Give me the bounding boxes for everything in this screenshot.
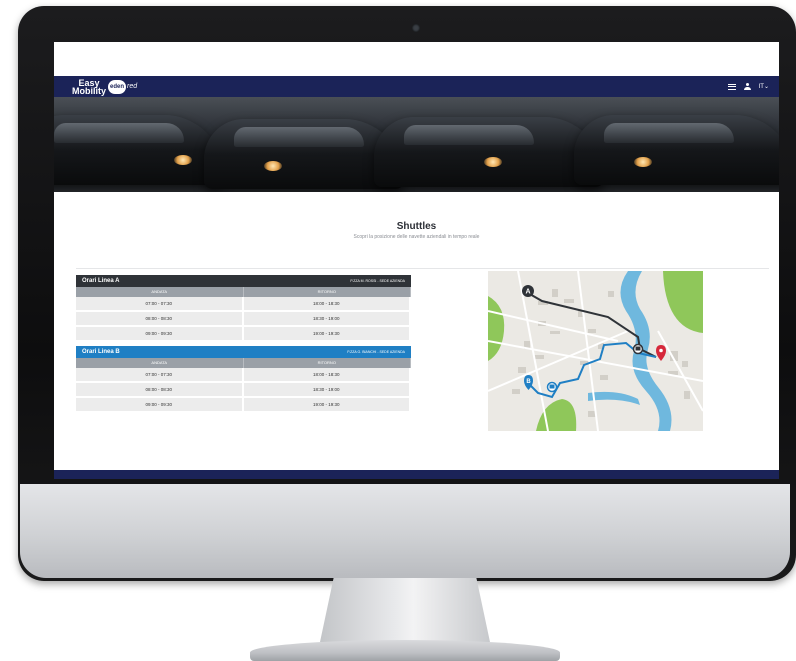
table-row: 07:00 - 07:30 18:00 - 18:30 [76, 297, 411, 312]
logo-badge: eden [108, 79, 126, 94]
bus-icon[interactable] [632, 343, 644, 355]
marker-b-label: B [526, 379, 531, 385]
logo-text: Easy Mobility [72, 78, 106, 96]
table-cell: 07:00 - 07:30 [76, 368, 244, 381]
line-b-header: Orari Linea B P.ZZA G. BIANCHI - SEDE AZ… [76, 346, 411, 358]
hero-banner [54, 97, 779, 192]
destination-pin-icon[interactable] [656, 345, 666, 361]
table-cell: 18:30 - 19:00 [244, 312, 411, 325]
river-branch [588, 391, 640, 405]
line-b-column-headers: ANDATA RITORNO [76, 358, 411, 368]
table-cell: 18:00 - 18:30 [244, 297, 411, 310]
line-b-title: Orari Linea B [82, 349, 120, 355]
table-cell: 07:00 - 07:30 [76, 297, 244, 310]
column-header-ritorno: RITORNO [244, 287, 411, 297]
hero-van-4 [574, 115, 779, 185]
logo-line2: Mobility [72, 85, 106, 96]
table-cell: 18:00 - 18:30 [244, 368, 411, 381]
user-icon[interactable] [743, 83, 751, 90]
table-row: 08:00 - 08:30 18:30 - 19:00 [76, 383, 411, 398]
screen: Easy Mobility eden red IT⌄ Shuttles Scop… [54, 42, 779, 479]
column-header-andata: ANDATA [76, 287, 244, 297]
column-header-ritorno: RITORNO [244, 358, 411, 368]
table-cell: 19:00 - 19:30 [244, 398, 411, 411]
bus-icon[interactable] [546, 381, 558, 393]
hero-van-1 [54, 115, 224, 185]
page-title: Shuttles [396, 221, 437, 232]
table-cell: 09:00 - 09:30 [76, 398, 244, 411]
divider [76, 268, 769, 269]
table-cell: 08:00 - 08:30 [76, 383, 244, 396]
page-subtitle: Scopri la posizione delle navette aziend… [353, 234, 480, 240]
chevron-down-icon: ⌄ [763, 84, 769, 90]
top-spacer [54, 42, 779, 76]
monitor-stand [320, 578, 490, 642]
table-cell: 18:30 - 19:00 [244, 383, 411, 396]
park-area [488, 296, 505, 361]
footer-band [54, 470, 779, 479]
line-a-route: P.ZZA M. ROSSI - SEDE AZIENDA [350, 279, 405, 283]
logo[interactable]: Easy Mobility eden red [72, 77, 137, 96]
camera-icon [412, 24, 420, 32]
nav-actions: IT⌄ [727, 76, 769, 97]
park-area [663, 271, 703, 333]
table-cell: 08:00 - 08:30 [76, 312, 244, 325]
table-row: 09:00 - 09:30 19:00 - 19:30 [76, 327, 411, 342]
language-selector[interactable]: IT⌄ [759, 83, 769, 90]
table-row: 07:00 - 07:30 18:00 - 18:30 [76, 368, 411, 383]
schedules: Orari Linea A P.ZZA M. ROSSI - SEDE AZIE… [76, 275, 411, 413]
column-header-andata: ANDATA [76, 358, 244, 368]
table-cell: 19:00 - 19:30 [244, 327, 411, 340]
line-a-column-headers: ANDATA RITORNO [76, 287, 411, 297]
table-row: 08:00 - 08:30 18:30 - 19:00 [76, 312, 411, 327]
table-row: 09:00 - 09:30 19:00 - 19:30 [76, 398, 411, 413]
marker-a-label: A [525, 289, 530, 296]
monitor-base [250, 640, 560, 661]
marker-a-icon[interactable]: A [522, 285, 534, 297]
menu-icon[interactable] [727, 83, 736, 90]
main-content: Shuttles Scopri la posizione delle navet… [54, 221, 779, 431]
map-svg: A B [488, 271, 703, 431]
monitor-chin [20, 484, 790, 578]
navbar: Easy Mobility eden red IT⌄ [54, 76, 779, 97]
line-b-route: P.ZZA G. BIANCHI - SEDE AZIENDA [347, 350, 405, 354]
hero-van-3 [374, 117, 604, 187]
table-cell: 09:00 - 09:30 [76, 327, 244, 340]
line-a-header: Orari Linea A P.ZZA M. ROSSI - SEDE AZIE… [76, 275, 411, 287]
logo-suffix: red [127, 83, 138, 90]
shuttle-map[interactable]: A B [488, 271, 703, 431]
line-a-title: Orari Linea A [82, 278, 120, 284]
